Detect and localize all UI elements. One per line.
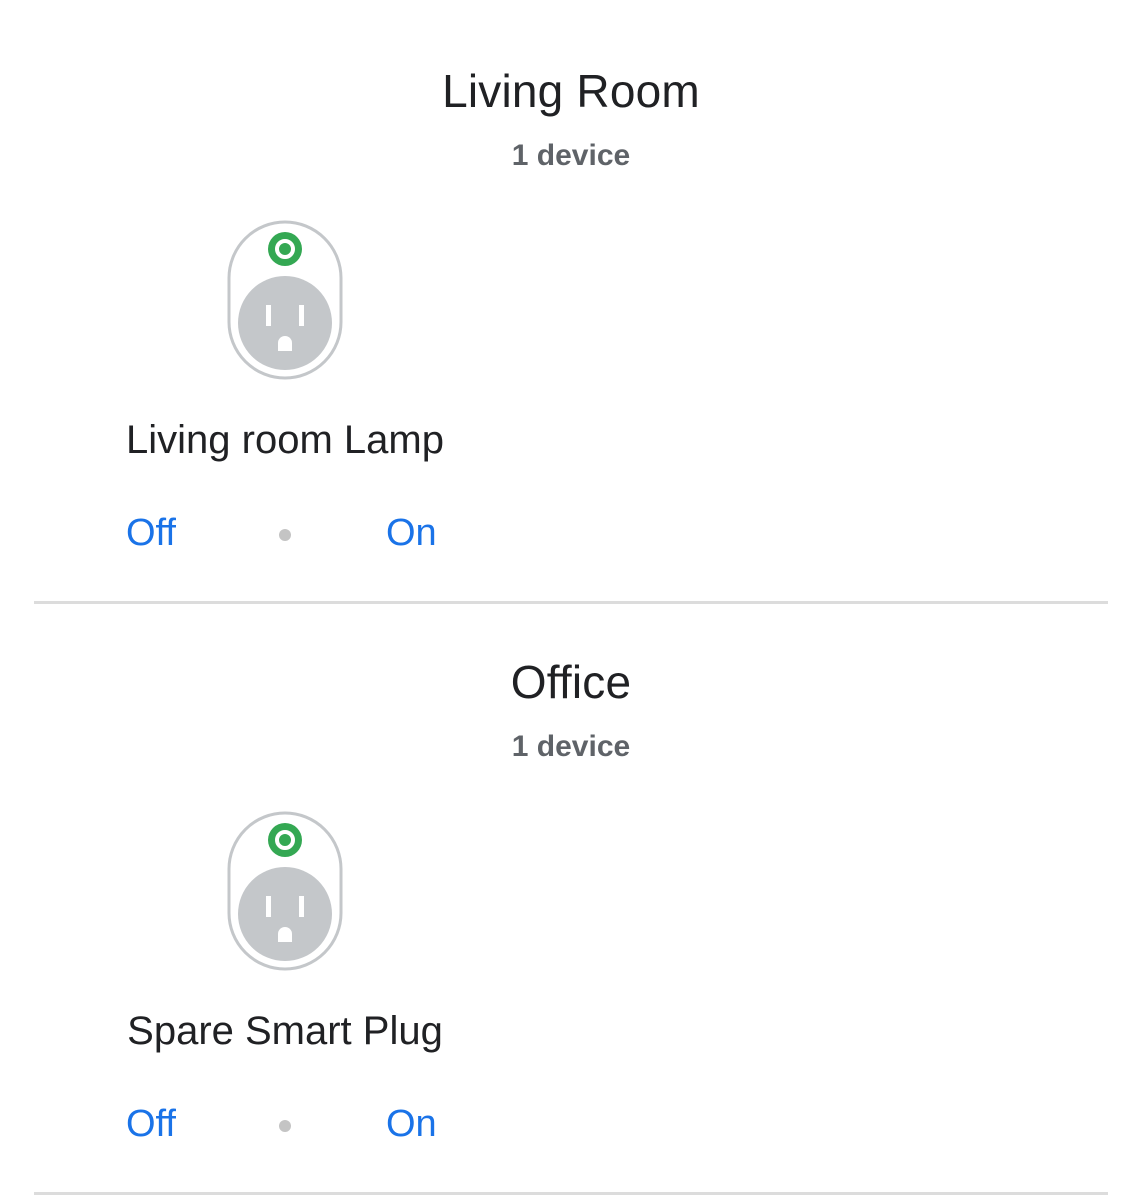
device-name: Living room Lamp xyxy=(126,418,444,462)
device-card-living-room-lamp[interactable]: Living room Lamp Off On xyxy=(60,220,510,580)
on-button[interactable]: On xyxy=(386,1103,437,1146)
room-device-count: 1 device xyxy=(511,139,631,172)
on-button[interactable]: On xyxy=(386,512,437,555)
smart-plug-icon xyxy=(227,220,343,380)
separator-dot xyxy=(279,529,291,541)
room-title: Living Room xyxy=(442,65,700,117)
device-controls: Off On xyxy=(60,1103,510,1153)
room-title: Office xyxy=(510,656,632,708)
device-card-spare-smart-plug[interactable]: Spare Smart Plug Off On xyxy=(60,811,510,1171)
off-button[interactable]: Off xyxy=(126,1103,176,1146)
section-divider xyxy=(34,1192,1108,1195)
section-divider xyxy=(34,601,1108,604)
separator-dot xyxy=(279,1120,291,1132)
room-device-count: 1 device xyxy=(511,730,631,763)
device-name: Spare Smart Plug xyxy=(127,1009,443,1053)
device-controls: Off On xyxy=(60,512,510,562)
off-button[interactable]: Off xyxy=(126,512,176,555)
smart-plug-icon xyxy=(227,811,343,971)
